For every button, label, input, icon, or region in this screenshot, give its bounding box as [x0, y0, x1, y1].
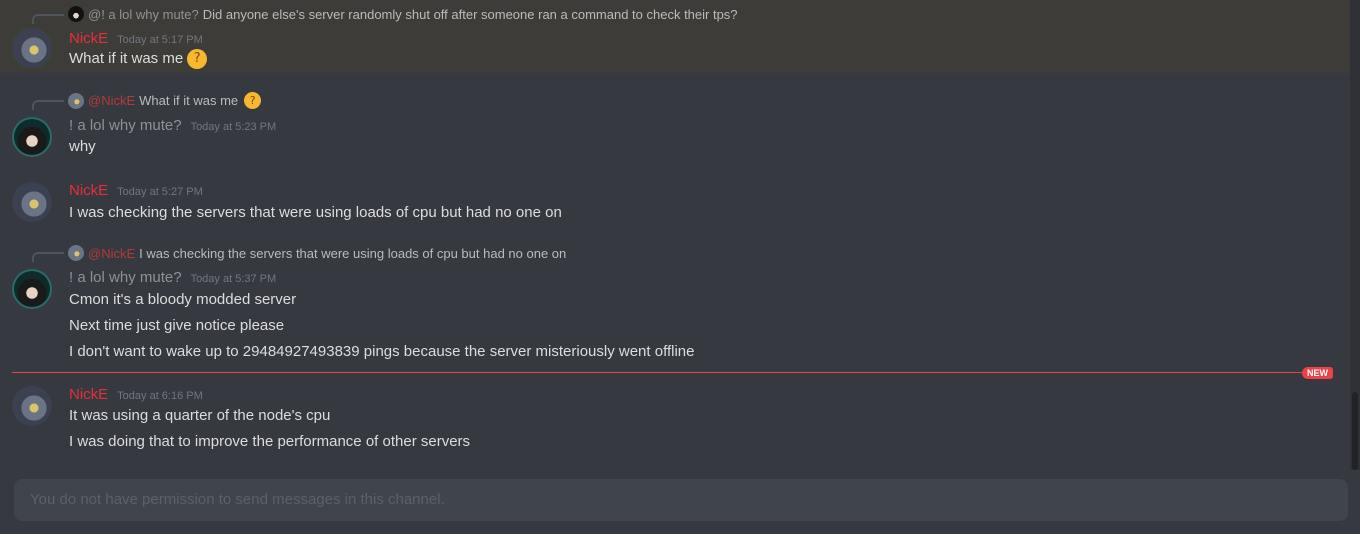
reply-preview[interactable]: @NickE What if it was me ?: [68, 92, 262, 109]
message-item: @NickE What if it was me ? ! a lol why m…: [0, 90, 1350, 160]
reply-mention: @NickE: [88, 245, 136, 261]
author-name[interactable]: NickE: [69, 30, 108, 47]
message-text: Cmon it's a bloody modded server: [69, 291, 297, 308]
reply-preview[interactable]: @NickE I was checking the servers that w…: [68, 245, 566, 261]
message-item: @! a lol why mute? Did anyone else's ser…: [0, 0, 1350, 73]
message-text: It was using a quarter of the node's cpu: [69, 407, 331, 424]
avatar[interactable]: [12, 182, 52, 222]
reply-mention: @! a lol why mute?: [88, 6, 199, 22]
avatar[interactable]: [12, 117, 52, 157]
message-item: @NickE I was checking the servers that w…: [0, 242, 1350, 366]
message-text: why: [69, 138, 96, 155]
message-text: I was doing that to improve the performa…: [69, 433, 471, 450]
new-badge: NEW: [1302, 367, 1333, 379]
input-placeholder: You do not have permission to send messa…: [30, 491, 445, 508]
reply-connector: [32, 252, 64, 262]
thinking-face-icon[interactable]: ?: [187, 49, 208, 69]
message-input-disabled: You do not have permission to send messa…: [14, 479, 1348, 521]
message-text: I don't want to wake up to 2948492749383…: [69, 343, 695, 360]
reply-text: I was checking the servers that were usi…: [139, 245, 567, 261]
timestamp[interactable]: Today at 5:37 PM: [191, 273, 277, 285]
reply-text: What if it was me: [139, 93, 239, 108]
avatar[interactable]: [12, 386, 52, 426]
message-line: What if it was me: [69, 49, 184, 67]
reply-text: Did anyone else's server randomly shut o…: [202, 6, 738, 22]
author-name[interactable]: ! a lol why mute?: [69, 269, 182, 286]
scrollbar-track[interactable]: [1350, 0, 1360, 470]
reply-avatar: [68, 6, 84, 22]
timestamp[interactable]: Today at 6:16 PM: [117, 390, 203, 402]
reply-avatar: [68, 92, 84, 109]
author-name[interactable]: NickE: [69, 182, 108, 199]
reply-connector: [32, 14, 64, 24]
reply-mention: @NickE: [88, 93, 136, 108]
timestamp[interactable]: Today at 5:27 PM: [117, 186, 203, 198]
message-list[interactable]: @! a lol why mute? Did anyone else's ser…: [0, 0, 1350, 470]
avatar[interactable]: [12, 269, 52, 309]
message-item: NickE Today at 6:16 PM It was using a qu…: [0, 384, 1350, 460]
message-item: NickE Today at 5:27 PM I was checking th…: [0, 178, 1350, 226]
author-name[interactable]: ! a lol why mute?: [69, 117, 182, 134]
reply-avatar: [68, 245, 84, 261]
avatar[interactable]: [12, 28, 52, 68]
thinking-face-icon: ?: [244, 92, 262, 109]
reply-connector: [32, 100, 64, 110]
new-messages-divider: [12, 372, 1302, 373]
message-text: What if it was me?: [69, 49, 208, 69]
scrollbar-thumb[interactable]: [1352, 392, 1358, 470]
message-text: I was checking the servers that were usi…: [69, 204, 562, 221]
message-text: Next time just give notice please: [69, 317, 285, 334]
timestamp[interactable]: Today at 5:23 PM: [191, 121, 277, 133]
reply-preview[interactable]: @! a lol why mute? Did anyone else's ser…: [68, 6, 738, 22]
timestamp[interactable]: Today at 5:17 PM: [117, 34, 203, 46]
author-name[interactable]: NickE: [69, 386, 108, 403]
